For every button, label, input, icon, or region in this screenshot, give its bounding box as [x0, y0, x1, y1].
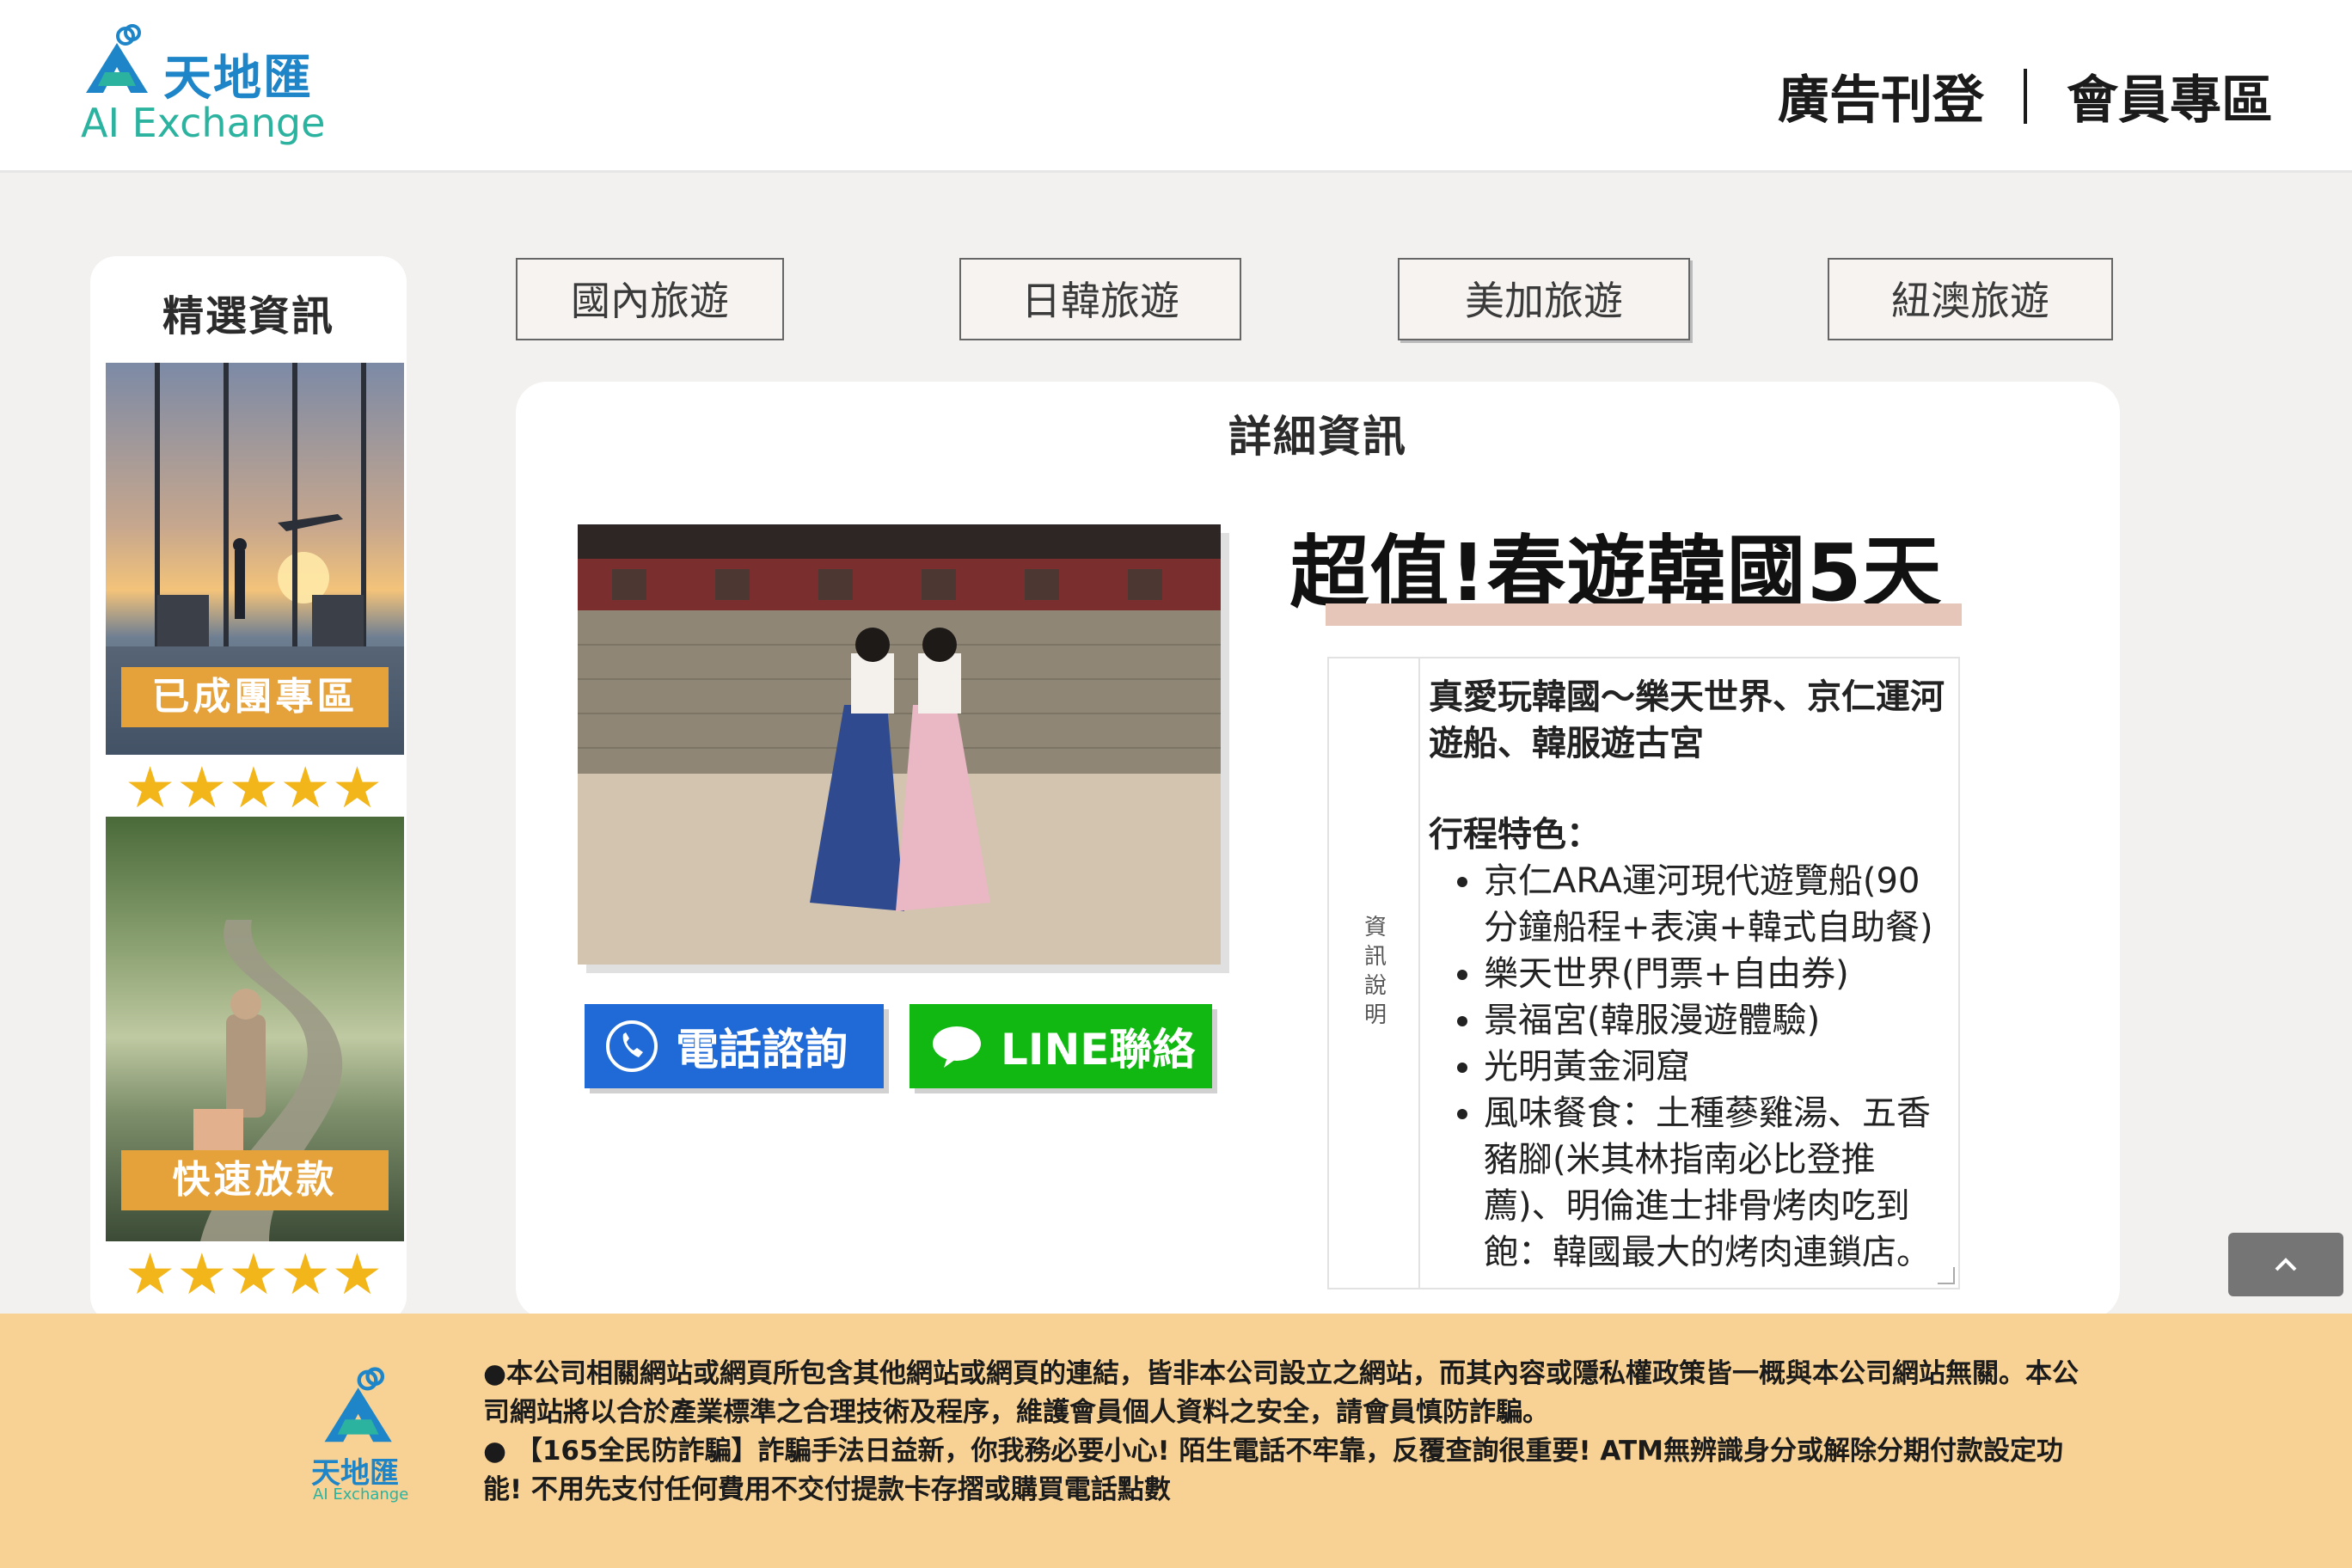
hanbok-photo	[578, 524, 1221, 965]
site-header: 天地匯 AI Exchange 廣告刊登 會員專區	[0, 0, 2352, 173]
trip-title-underline	[1326, 603, 1962, 626]
site-footer: 天地匯 AI Exchange ●本公司相關網站或網頁所包含其他網站或網頁的連結…	[0, 1314, 2352, 1568]
star-icon: ★	[176, 1241, 228, 1308]
phone-icon	[605, 1020, 658, 1073]
trip-intro: 真愛玩韓國～樂天世界、京仁運河遊船、韓服遊古宮	[1429, 677, 1945, 763]
detail-panel: 詳細資訊 電話諮詢 LINE聯絡 超值!春遊韓國5天 資訊說明 真愛玩韓國～樂天…	[516, 382, 2120, 1319]
features-heading: 行程特色：	[1429, 815, 1601, 854]
tab-japan-korea-travel[interactable]: 日韓旅遊	[959, 258, 1241, 340]
star-icon: ★	[279, 755, 331, 821]
star-icon: ★	[331, 1241, 383, 1308]
site-logo[interactable]: 天地匯 AI Exchange	[79, 21, 328, 150]
nav-advertise-link[interactable]: 廣告刊登	[1778, 58, 1984, 133]
info-label: 資訊說明	[1360, 915, 1387, 1032]
top-nav: 廣告刊登 會員專區	[1778, 58, 2273, 133]
info-label-column: 資訊說明	[1329, 658, 1420, 1288]
promo-card-tours[interactable]: 已成團專區	[106, 363, 404, 755]
promo-card-loan[interactable]: 快速放款	[106, 817, 404, 1241]
chevron-up-icon	[2275, 1258, 2297, 1271]
logo-name-en: AI Exchange	[81, 100, 326, 146]
footer-logo: 天地匯 AI Exchange	[309, 1363, 413, 1504]
footer-logo-mark-icon	[324, 1367, 392, 1442]
chat-bubble-icon	[930, 1020, 983, 1073]
features-list: 京仁ARA運河現代遊覽船(90分鐘船程+表演+韓式自助餐) 樂天世界(門票+自由…	[1429, 858, 1945, 1276]
star-icon: ★	[228, 1241, 279, 1308]
info-content: 真愛玩韓國～樂天世界、京仁運河遊船、韓服遊古宮 行程特色： 京仁ARA運河現代遊…	[1429, 674, 1945, 1276]
star-icon: ★	[228, 755, 279, 821]
line-button-label: LINE聯絡	[1001, 1025, 1196, 1075]
nav-member-link[interactable]: 會員專區	[2067, 58, 2273, 133]
star-icon: ★	[176, 755, 228, 821]
phone-button-label: 電話諮詢	[676, 1025, 848, 1075]
panel-title: 詳細資訊	[1228, 412, 1407, 462]
star-icon: ★	[279, 1241, 331, 1308]
scroll-to-top-button[interactable]	[2228, 1233, 2343, 1296]
resize-grip-icon[interactable]	[1938, 1267, 1955, 1284]
feature-item: 京仁ARA運河現代遊覽船(90分鐘船程+表演+韓式自助餐)	[1484, 858, 1945, 951]
sidebar-title: 精選資訊	[162, 292, 334, 340]
feature-item: 景福宮(韓服漫遊體驗)	[1484, 997, 1945, 1044]
featured-sidebar: 精選資訊 已成團專區 ★ ★ ★ ★ ★ 快速放款 ★ ★ ★ ★ ★	[90, 256, 407, 1322]
disclaimer-privacy: ●本公司相關網站或網頁所包含其他網站或網頁的連結，皆非本公司設立之網站，而其內容…	[483, 1358, 2079, 1428]
tab-nz-australia-travel[interactable]: 紐澳旅遊	[1828, 258, 2113, 340]
info-description-box[interactable]: 資訊說明 真愛玩韓國～樂天世界、京仁運河遊船、韓服遊古宮 行程特色： 京仁ARA…	[1327, 657, 1960, 1289]
star-icon: ★	[125, 1241, 176, 1308]
promo-rating-tours: ★ ★ ★ ★ ★	[125, 760, 383, 817]
hanbok-palace-image	[578, 524, 1221, 965]
logo-name-cn: 天地匯	[163, 51, 313, 107]
line-contact-button[interactable]: LINE聯絡	[910, 1004, 1212, 1088]
feature-item: 樂天世界(門票+自由券)	[1484, 951, 1945, 997]
tab-domestic-travel[interactable]: 國內旅遊	[516, 258, 784, 340]
tab-us-canada-travel[interactable]: 美加旅遊	[1398, 258, 1690, 340]
footer-logo-name-en: AI Exchange	[313, 1485, 409, 1504]
logo-mark-icon	[86, 24, 148, 93]
feature-item: 風味餐食：土種蔘雞湯、五香豬腳(米其林指南必比登推薦)、明倫進士排骨烤肉吃到飽：…	[1484, 1090, 1945, 1276]
nav-separator	[2024, 68, 2027, 124]
promo-label-loan: 快速放款	[121, 1150, 389, 1210]
promo-rating-loan: ★ ★ ★ ★ ★	[125, 1246, 383, 1303]
promo-label-tours: 已成團專區	[121, 667, 389, 727]
star-icon: ★	[331, 755, 383, 821]
phone-inquiry-button[interactable]: 電話諮詢	[585, 1004, 884, 1088]
disclaimer-fraud: ● 【165全民防詐騙】詐騙手法日益新，你我務必要小心! 陌生電話不牢靠，反覆查…	[483, 1436, 2063, 1505]
feature-item: 光明黃金洞窟	[1484, 1044, 1945, 1090]
star-icon: ★	[125, 755, 176, 821]
footer-disclaimer: ●本公司相關網站或網頁所包含其他網站或網頁的連結，皆非本公司設立之網站，而其內容…	[483, 1355, 2082, 1510]
